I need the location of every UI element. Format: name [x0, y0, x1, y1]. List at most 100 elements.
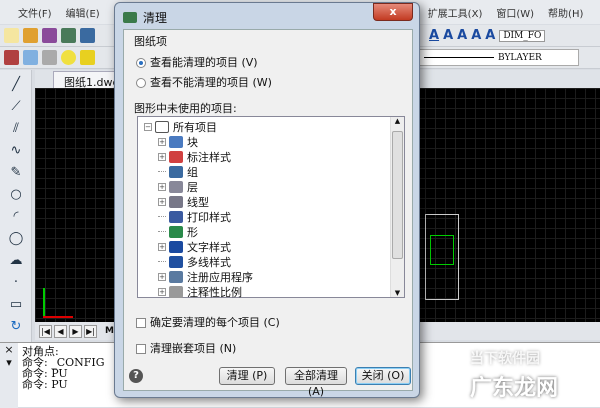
dropdown-icon[interactable]: ▾ — [0, 356, 18, 369]
item-type-icon — [169, 225, 183, 238]
tree-item-label: 所有项目 — [173, 120, 217, 134]
menu-edit[interactable]: 编辑(E) — [66, 5, 100, 20]
next-tab-button[interactable]: ▶ — [69, 324, 82, 338]
nested-checkbox[interactable]: 清理嵌套项目 (N) — [136, 340, 236, 356]
radio-purgeable[interactable]: 查看能清理的项目 (V) — [136, 54, 258, 70]
sun-icon[interactable] — [80, 50, 95, 65]
expand-icon[interactable]: + — [158, 152, 166, 161]
purge-button[interactable]: 清理 (P) — [219, 367, 275, 385]
purge-all-button[interactable]: 全部清理 (A) — [285, 367, 347, 398]
drawing-content — [425, 214, 459, 300]
arc-icon[interactable]: ◜ — [7, 210, 25, 224]
menu-extend-tools[interactable]: 扩展工具(X) — [428, 5, 483, 20]
tree-item[interactable]: + 层 — [158, 179, 198, 194]
text-find-icon[interactable]: A — [485, 28, 495, 43]
tree-item[interactable]: + 文字样式 — [158, 239, 231, 254]
layer-freeze-icon[interactable] — [23, 50, 38, 65]
expand-icon[interactable]: − — [144, 122, 152, 131]
expand-icon[interactable]: + — [158, 137, 166, 146]
item-type-icon — [169, 255, 183, 268]
line-icon[interactable]: ╱ — [7, 78, 25, 92]
item-type-icon — [169, 210, 183, 223]
tree-scrollbar[interactable]: ▲ ▼ — [390, 117, 404, 297]
layer-find-icon[interactable] — [42, 50, 57, 65]
tree-item[interactable]: + 注释性比例 — [158, 284, 242, 299]
expand-icon[interactable]: + — [158, 287, 166, 296]
menu-file[interactable]: 文件(F) — [18, 5, 52, 20]
scroll-up-icon[interactable]: ▲ — [391, 117, 404, 125]
tree-item[interactable]: + 标注样式 — [158, 149, 231, 164]
menu-window[interactable]: 窗口(W) — [496, 5, 534, 20]
command-line: 命令: PU — [22, 378, 68, 391]
tree-item[interactable]: + 注册应用程序 — [158, 269, 253, 284]
first-tab-button[interactable]: |◀ — [39, 324, 52, 338]
layers-icon[interactable] — [4, 50, 19, 65]
dialog-titlebar: 清理 — [123, 9, 167, 26]
plot-icon[interactable] — [61, 28, 76, 43]
tree-item-label: 打印样式 — [187, 210, 231, 224]
radio-off — [136, 78, 146, 88]
tree-item[interactable]: 打印样式 — [158, 209, 231, 224]
print-icon[interactable] — [80, 28, 95, 43]
radio-nonpurgeable[interactable]: 查看不能清理的项目 (W) — [136, 74, 272, 90]
multiline-icon[interactable]: ⫽ — [7, 122, 25, 136]
draw-toolbar: ╱ ⟋ ⫽ ∿ ✎ ○ ◜ ◯ ☁ · ▭ ↻ — [0, 70, 32, 342]
point-icon[interactable]: · — [7, 276, 25, 290]
spline-icon[interactable]: ∿ — [7, 144, 25, 158]
scroll-thumb[interactable] — [392, 131, 403, 259]
close-dialog-button[interactable]: 关闭 (O) — [355, 367, 411, 385]
text-icon[interactable]: A — [443, 28, 453, 43]
polyline-icon[interactable]: ⟋ — [7, 100, 25, 114]
refresh-icon[interactable]: ↻ — [7, 320, 25, 334]
tree-item[interactable]: 多线样式 — [158, 254, 231, 269]
confirm-checkbox[interactable]: 确定要清理的每个项目 (C) — [136, 314, 280, 330]
pencil-icon[interactable]: ✎ — [7, 166, 25, 180]
expand-icon[interactable]: + — [158, 197, 166, 206]
tree-item[interactable]: + 块 — [158, 134, 198, 149]
last-tab-button[interactable]: ▶| — [84, 324, 97, 338]
tree-item[interactable]: 形 — [158, 224, 198, 239]
open-icon[interactable] — [23, 28, 38, 43]
expand-icon[interactable]: + — [158, 182, 166, 191]
expand-icon[interactable]: + — [158, 242, 166, 251]
ellipse-icon[interactable]: ◯ — [7, 232, 25, 246]
save-icon[interactable] — [42, 28, 57, 43]
close-button[interactable]: x — [373, 3, 413, 21]
text-brush-icon[interactable]: A — [471, 28, 481, 43]
dim-style-select[interactable]: DIM_FO — [499, 29, 546, 42]
help-icon[interactable]: ? — [129, 369, 143, 383]
new-icon[interactable] — [4, 28, 19, 43]
text-style-icon[interactable]: A — [429, 28, 439, 43]
item-type-icon — [169, 270, 183, 283]
expand-icon[interactable]: + — [158, 272, 166, 281]
item-type-icon — [169, 180, 183, 193]
tree-item[interactable]: 组 — [158, 164, 198, 179]
prev-tab-button[interactable]: ◀ — [54, 324, 67, 338]
checkbox-box — [136, 318, 146, 328]
menu-help[interactable]: 帮助(H) — [548, 5, 583, 20]
tree-line — [158, 171, 166, 172]
item-type-icon — [169, 240, 183, 253]
close-icon[interactable]: × — [0, 343, 18, 356]
tree-line — [158, 261, 166, 262]
checkbox-box — [136, 344, 146, 354]
cloud-icon[interactable]: ☁ — [7, 254, 25, 268]
tree-item-label: 线型 — [187, 195, 209, 209]
command-side: × ▾ — [0, 343, 18, 408]
bulb-icon[interactable] — [61, 50, 76, 65]
item-type-icon — [155, 120, 169, 133]
tree-item[interactable]: + 线型 — [158, 194, 209, 209]
rectangle-icon[interactable]: ▭ — [7, 298, 25, 312]
radio-on — [136, 58, 146, 68]
tree-item-label: 文字样式 — [187, 240, 231, 254]
command-history: 对角点: 命令: _CONFIG 命令: PU 命令: PU — [22, 346, 105, 390]
text-edit-icon[interactable]: A — [457, 28, 467, 43]
item-type-icon — [169, 195, 183, 208]
scroll-down-icon[interactable]: ▼ — [391, 289, 404, 297]
linetype-select[interactable]: BYLAYER — [419, 49, 579, 66]
item-type-icon — [169, 165, 183, 178]
tree-item[interactable]: − 所有项目 — [144, 119, 217, 134]
checkbox-label: 确定要清理的每个项目 (C) — [150, 316, 280, 329]
circle-icon[interactable]: ○ — [7, 188, 25, 202]
items-tree[interactable]: ▲ ▼ − 所有项目 + 块 + 标注样式组 + 层 + 线型 打印样式形 + 文字样式 多线样式 + 注册应用… — [137, 116, 405, 299]
